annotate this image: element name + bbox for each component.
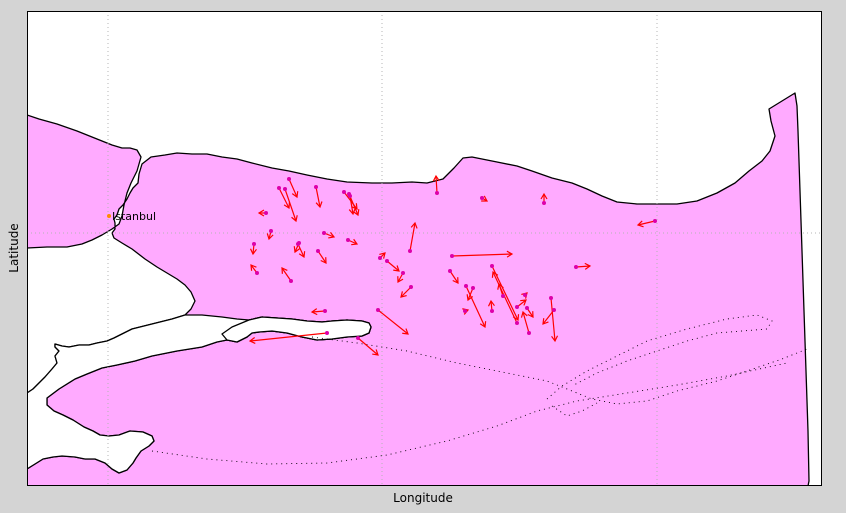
gps-station-marker xyxy=(348,194,352,198)
gps-station-marker xyxy=(296,242,300,246)
gps-station-marker xyxy=(448,269,452,273)
gps-station-marker xyxy=(269,229,273,233)
map-figure: Istanbul Longitude Latitude xyxy=(0,0,846,513)
gps-station-marker xyxy=(471,286,475,290)
gps-station-marker xyxy=(287,177,291,181)
gps-station-marker xyxy=(376,308,380,312)
gps-station-marker xyxy=(552,308,556,312)
gps-station-marker xyxy=(515,321,519,325)
gps-station-marker xyxy=(490,264,494,268)
gps-station-marker xyxy=(316,249,320,253)
gps-station-marker xyxy=(501,294,505,298)
gps-station-marker xyxy=(356,336,360,340)
gps-station-marker xyxy=(401,271,405,275)
gps-station-marker xyxy=(490,309,494,313)
x-axis-label: Longitude xyxy=(393,491,453,505)
gps-station-marker xyxy=(322,231,326,235)
gps-station-marker xyxy=(289,279,293,283)
gps-station-marker xyxy=(283,187,287,191)
gps-station-marker xyxy=(255,271,259,275)
gps-station-marker xyxy=(342,190,346,194)
gps-station-marker xyxy=(464,284,468,288)
gps-station-marker xyxy=(525,306,529,310)
gps-station-marker xyxy=(277,186,281,190)
gps-station-marker xyxy=(653,219,657,223)
gps-station-marker xyxy=(408,249,412,253)
map-axes: Istanbul xyxy=(27,11,822,486)
gps-station-marker xyxy=(378,256,382,260)
gps-station-marker xyxy=(463,309,467,313)
gps-station-marker xyxy=(346,238,350,242)
gps-station-marker xyxy=(314,185,318,189)
gps-station-marker xyxy=(549,296,553,300)
gps-station-marker xyxy=(480,196,484,200)
gps-station-marker xyxy=(264,211,268,215)
gps-station-marker xyxy=(574,265,578,269)
gps-station-marker xyxy=(523,293,527,297)
gps-station-marker xyxy=(252,242,256,246)
gps-station-marker xyxy=(409,285,413,289)
gps-station-marker xyxy=(515,305,519,309)
istanbul-label: Istanbul xyxy=(112,210,156,223)
y-axis-label: Latitude xyxy=(7,223,21,273)
gps-station-marker xyxy=(323,309,327,313)
gps-station-marker xyxy=(527,331,531,335)
gps-station-marker xyxy=(435,191,439,195)
istanbul-marker xyxy=(107,214,111,218)
gps-station-marker xyxy=(542,201,546,205)
gps-station-marker xyxy=(385,259,389,263)
gps-station-marker xyxy=(325,331,329,335)
gps-station-marker xyxy=(450,254,454,258)
